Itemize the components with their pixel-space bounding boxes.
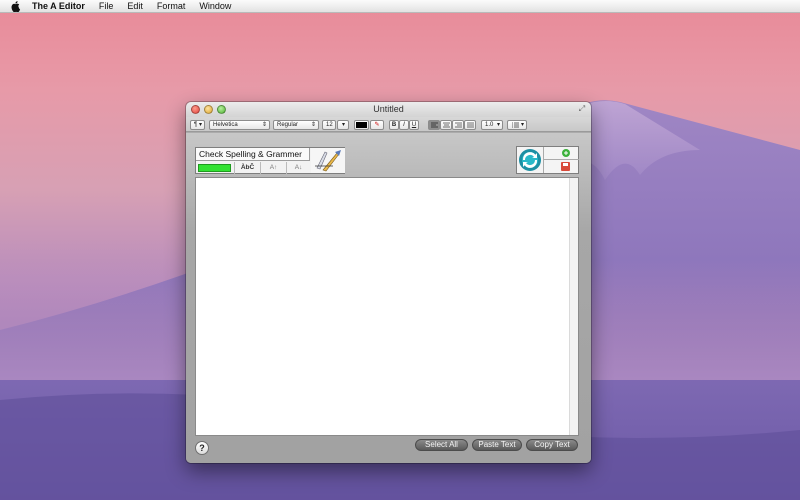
window-title: Untitled (373, 104, 404, 114)
save-icon (561, 162, 570, 171)
underline-button[interactable]: U (409, 120, 419, 130)
minimize-button[interactable] (204, 105, 213, 114)
font-style-popup[interactable]: Regular ⇕ (273, 120, 319, 130)
spelling-panel: Check Spelling & Grammer ÀbČ A↑ A↓ (195, 147, 345, 174)
text-color-well[interactable] (354, 120, 369, 130)
menu-edit[interactable]: Edit (127, 1, 143, 11)
close-button[interactable] (191, 105, 200, 114)
chevron-down-icon: ▾ (341, 122, 345, 128)
chevron-updown-icon: ⇕ (310, 122, 316, 128)
document-panel (516, 146, 579, 174)
align-center-icon (443, 122, 450, 128)
paragraph-style-popup[interactable]: ¶ ▾ (190, 120, 205, 130)
bold-button[interactable]: B (389, 120, 399, 130)
apple-icon[interactable] (10, 0, 22, 12)
chevron-down-icon: ▾ (198, 122, 202, 128)
font-family-popup[interactable]: Helvetica ⇕ (209, 120, 270, 130)
font-size-value: 12 (326, 122, 333, 128)
font-bigger-button[interactable]: A↑ (260, 162, 286, 174)
font-size-menu-button[interactable]: ▾ (337, 120, 349, 130)
align-right-icon (455, 122, 462, 128)
list-style-popup[interactable]: ▾ (507, 120, 527, 130)
menu-format[interactable]: Format (157, 1, 186, 11)
new-document-cell[interactable] (543, 147, 579, 160)
italic-button[interactable]: I (399, 120, 409, 130)
list-bullets-icon (512, 122, 519, 128)
font-style-value: Regular (277, 122, 299, 128)
chevron-updown-icon: ⇕ (261, 122, 267, 128)
align-justify-icon (467, 122, 474, 128)
menu-window[interactable]: Window (199, 1, 231, 11)
align-right-button[interactable] (452, 120, 464, 130)
editor-window: Untitled ⤢ ¶ ▾ Helvetica ⇕ Regular ⇕ 12 ▾ ✎… (186, 102, 591, 463)
line-spacing-popup[interactable]: 1.0 ▾ (481, 120, 503, 130)
align-left-icon (431, 122, 438, 128)
pencil-ruler-icon (315, 150, 341, 172)
title-bar[interactable]: Untitled ⤢ (186, 102, 591, 117)
menu-file[interactable]: File (99, 1, 114, 11)
copy-text-button[interactable]: Copy Text (526, 439, 578, 451)
vertical-scrollbar[interactable] (569, 178, 578, 435)
align-left-button[interactable] (428, 120, 440, 130)
align-center-button[interactable] (440, 120, 452, 130)
menu-bar: The A Editor File Edit Format Window (0, 0, 800, 13)
line-spacing-value: 1.0 (485, 122, 494, 128)
sync-icon[interactable] (518, 148, 542, 172)
zoom-button[interactable] (217, 105, 226, 114)
font-smaller-button[interactable]: A↓ (286, 162, 310, 174)
check-spelling-button[interactable]: Check Spelling & Grammer (196, 148, 310, 161)
chevron-down-icon: ▾ (520, 122, 524, 128)
content-area: Check Spelling & Grammer ÀbČ A↑ A↓ ? Sel… (186, 133, 591, 463)
paste-text-button[interactable]: Paste Text (472, 439, 522, 451)
align-justify-button[interactable] (464, 120, 476, 130)
menu-app-name[interactable]: The A Editor (32, 1, 85, 11)
paragraph-label: ¶ (194, 122, 198, 128)
fullscreen-icon[interactable]: ⤢ (578, 105, 586, 113)
highlight-color-well[interactable]: ✎ (370, 120, 384, 130)
text-color-swatch (356, 122, 367, 128)
select-all-button[interactable]: Select All (415, 439, 468, 451)
add-icon (562, 149, 570, 157)
spell-check-abc-button[interactable]: ÀbČ (234, 162, 260, 174)
highlight-pen-icon: ✎ (374, 122, 380, 128)
format-toolbar: ¶ ▾ Helvetica ⇕ Regular ⇕ 12 ▾ ✎ B I U 1… (186, 117, 591, 132)
font-family-value: Helvetica (213, 122, 238, 128)
font-size-field[interactable]: 12 (322, 120, 336, 130)
help-button[interactable]: ? (195, 441, 209, 455)
edit-tools-button[interactable] (311, 148, 345, 173)
spelling-progress-bar (198, 164, 231, 172)
save-document-cell[interactable] (543, 160, 579, 173)
chevron-down-icon: ▾ (496, 122, 500, 128)
text-editor[interactable] (195, 177, 579, 436)
